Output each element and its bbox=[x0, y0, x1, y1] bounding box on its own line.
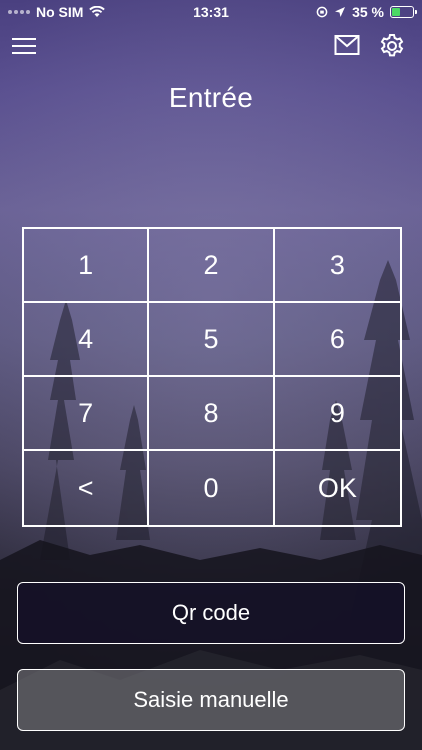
mail-icon[interactable] bbox=[334, 34, 360, 56]
status-bar: No SIM 13:31 35 % bbox=[0, 0, 422, 24]
key-5[interactable]: 5 bbox=[149, 303, 275, 377]
orientation-lock-icon bbox=[316, 6, 328, 18]
key-4[interactable]: 4 bbox=[24, 303, 150, 377]
key-ok[interactable]: OK bbox=[275, 451, 400, 525]
status-bar-right: 35 % bbox=[316, 4, 417, 20]
key-backspace[interactable]: < bbox=[24, 451, 150, 525]
key-9[interactable]: 9 bbox=[274, 377, 400, 451]
page-title: Entrée bbox=[168, 82, 254, 113]
key-7[interactable]: 7 bbox=[24, 377, 150, 451]
hamburger-menu-icon[interactable] bbox=[12, 36, 36, 56]
qr-code-button[interactable]: Qr code bbox=[17, 582, 405, 644]
battery-charging-icon bbox=[390, 6, 417, 18]
location-arrow-icon bbox=[335, 7, 346, 17]
battery-percent: 35 % bbox=[352, 4, 384, 20]
key-2[interactable]: 2 bbox=[149, 229, 275, 303]
key-1[interactable]: 1 bbox=[24, 229, 150, 303]
gear-icon[interactable] bbox=[379, 33, 405, 59]
manual-entry-button[interactable]: Saisie manuelle bbox=[17, 669, 405, 731]
key-6[interactable]: 6 bbox=[274, 303, 400, 377]
key-8[interactable]: 8 bbox=[149, 377, 275, 451]
numeric-keypad: 1 2 3 4 5 6 7 8 9 < 0 OK bbox=[22, 227, 402, 527]
key-3[interactable]: 3 bbox=[274, 229, 400, 303]
key-0[interactable]: 0 bbox=[149, 451, 275, 525]
